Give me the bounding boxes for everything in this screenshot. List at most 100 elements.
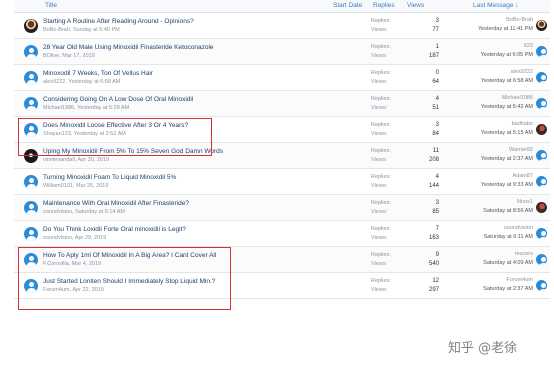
avatar[interactable] [24,279,38,293]
last-message-user[interactable]: soundvision [504,225,533,231]
last-message-user[interactable]: Warner82 [509,147,533,153]
avatar[interactable] [24,201,38,215]
last-message-user[interactable]: 623 [524,43,533,49]
views-label: Views: [371,183,388,189]
thread-row[interactable]: How To Aply 1ml Of Minoxidil In A Big Ar… [14,247,550,273]
last-message-time[interactable]: Saturday at 8:56 AM [483,208,533,214]
views-label: Views: [371,157,388,163]
last-poster-avatar[interactable] [536,150,547,161]
replies-label: Replies: [371,70,391,76]
thread-row[interactable]: Turning Minoxidil Foam To Liquid Minoxid… [14,169,550,195]
last-message-time[interactable]: Saturday at 4:09 AM [483,260,533,266]
last-poster-avatar[interactable] [536,98,547,109]
thread-row[interactable]: Uping My Minoxidil From 5% To 15% Seven … [14,143,550,169]
column-replies[interactable]: Replies [373,2,395,9]
avatar[interactable] [24,175,38,189]
views-label: Views: [371,27,388,33]
column-start-date[interactable]: Start Date [333,2,362,9]
thread-meta[interactable]: vinnievandall, Apr 30, 2019 [43,157,109,163]
thread-title[interactable]: Minoxodil 7 Weeks, Ton Of Vellus Hair [43,70,153,77]
last-poster-avatar[interactable] [536,20,547,31]
thread-meta[interactable]: Forum4um, Apr 22, 2019 [43,287,104,293]
views-count: 163 [428,235,439,241]
avatar[interactable] [24,19,38,33]
thread-list: Starting A Routine After Reading Around … [14,13,550,299]
thread-row[interactable]: Considering Going On A Low Dose Of Oral … [14,91,550,117]
last-message-time[interactable]: Yesterday at 5:42 AM [481,104,533,110]
last-message-user[interactable]: alex9222 [511,69,533,75]
avatar[interactable] [24,227,38,241]
thread-meta[interactable]: Shayan123, Yesterday at 2:52 AM [43,131,126,137]
replies-label: Replies: [371,148,391,154]
views-count: 187 [428,53,439,59]
thread-meta[interactable]: soundvision, Saturday at 6:14 AM [43,209,125,215]
avatar[interactable] [24,253,38,267]
last-message-time[interactable]: Saturday at 2:37 AM [483,286,533,292]
thread-meta[interactable]: William0101, Mar 25, 2019 [43,183,108,189]
last-poster-avatar[interactable] [536,46,547,57]
thread-title[interactable]: Considering Going On A Low Dose Of Oral … [43,96,193,103]
thread-title[interactable]: Maintenance With Oral Minoxidil After Fi… [43,200,189,207]
thread-row[interactable]: Just Started Loniten Should I Immediatel… [14,273,550,299]
thread-row[interactable]: Maintenance With Oral Minoxidil After Fi… [14,195,550,221]
last-poster-avatar[interactable] [536,124,547,135]
thread-row[interactable]: Minoxodil 7 Weeks, Ton Of Vellus Hair al… [14,65,550,91]
thread-meta[interactable]: BOlive, Mar 17, 2019 [43,53,95,59]
replies-label: Replies: [371,44,391,50]
thread-row[interactable]: Do You Think Loxidil Forte Oral minoxidi… [14,221,550,247]
last-message-user[interactable]: Forum4um [506,277,533,283]
last-poster-avatar[interactable] [536,228,547,239]
column-title[interactable]: Title [45,2,57,9]
last-message-time[interactable]: Yesterday at 6:05 PM [481,52,533,58]
views-count: 85 [432,209,439,215]
last-poster-avatar[interactable] [536,176,547,187]
thread-meta[interactable]: F.Corovilla, Mar 4, 2019 [43,261,101,267]
thread-row[interactable]: 28 Year Old Male Using Minoxidil Finaste… [14,39,550,65]
last-message-time[interactable]: Yesterday at 6:58 AM [481,78,533,84]
last-message-time[interactable]: Yesterday at 11:41 PM [478,26,533,32]
avatar[interactable] [24,149,38,163]
last-message-user[interactable]: badhabo [512,121,533,127]
thread-title[interactable]: How To Aply 1ml Of Minoxidil In A Big Ar… [43,252,216,259]
replies-label: Replies: [371,174,391,180]
last-message-user[interactable]: Michael1986 [502,95,533,101]
thread-title[interactable]: Starting A Routine After Reading Around … [43,18,194,25]
thread-meta[interactable]: BoBo-Brah, Sunday at 5:40 PM [43,27,120,33]
last-poster-avatar[interactable] [536,202,547,213]
thread-title[interactable]: Just Started Loniten Should I Immediatel… [43,278,215,285]
thread-row[interactable]: Starting A Routine After Reading Around … [14,13,550,39]
thread-title[interactable]: Uping My Minoxidil From 5% To 15% Seven … [43,148,223,155]
views-label: Views: [371,53,388,59]
replies-count: 12 [432,278,439,284]
last-poster-avatar[interactable] [536,72,547,83]
replies-label: Replies: [371,252,391,258]
column-views[interactable]: Views [407,2,424,9]
thread-row[interactable]: Does Minoxidil Loose Effective After 3 O… [14,117,550,143]
last-poster-avatar[interactable] [536,280,547,291]
last-message-time[interactable]: Yesterday at 2:37 AM [481,156,533,162]
thread-meta[interactable]: Michael1986, Yesterday at 5:28 AM [43,105,129,111]
column-last-message[interactable]: Last Message ↓ [473,2,519,9]
avatar[interactable] [24,123,38,137]
last-poster-avatar[interactable] [536,254,547,265]
thread-title[interactable]: Do You Think Loxidil Forte Oral minoxidi… [43,226,186,233]
avatar[interactable] [24,45,38,59]
last-message-time[interactable]: Yesterday at 9:33 AM [481,182,533,188]
last-message-user[interactable]: Nnox1 [517,199,533,205]
last-message-time[interactable]: Yesterday at 5:15 AM [481,130,533,136]
last-message-user[interactable]: BoBo-Brah [506,17,533,23]
thread-title[interactable]: Turning Minoxidil Foam To Liquid Minoxid… [43,174,176,181]
last-message-user[interactable]: reucers [515,251,533,257]
thread-title[interactable]: Does Minoxidil Loose Effective After 3 O… [43,122,188,129]
thread-meta[interactable]: soundvision, Apr 29, 2019 [43,235,106,241]
replies-label: Replies: [371,122,391,128]
replies-label: Replies: [371,226,391,232]
last-message-user[interactable]: Adam87 [513,173,534,179]
thread-meta[interactable]: alex9222, Yesterday at 6:58 AM [43,79,120,85]
replies-label: Replies: [371,200,391,206]
avatar[interactable] [24,71,38,85]
avatar[interactable] [24,97,38,111]
last-message-time[interactable]: Saturday at 6:11 AM [484,234,533,240]
replies-count: 0 [435,70,439,76]
thread-title[interactable]: 28 Year Old Male Using Minoxidil Finaste… [43,44,214,51]
